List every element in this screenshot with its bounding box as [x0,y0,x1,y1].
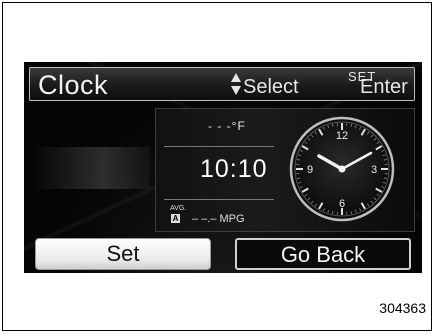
numeral-12: 12 [336,130,348,142]
up-down-arrows-icon [231,73,241,95]
avg-label: AVG. [170,205,187,212]
display-screen: Clock Select SET Enter - - -°F 10:10 AVG… [24,62,422,273]
go-back-button[interactable]: Go Back [235,238,411,270]
title-bar: Clock Select SET Enter [29,67,415,101]
analog-clock: 12 3 6 9 [289,116,395,222]
divider [164,146,274,147]
clock-center-cap [338,165,346,173]
digital-time: 10:10 [200,155,268,183]
numeral-3: 3 [371,164,377,176]
figure-code: 304363 [379,300,426,316]
set-button[interactable]: Set [35,238,211,270]
mpg-value: – –.– MPG [192,213,245,225]
numeral-6: 6 [339,198,345,210]
clock-info-panel: - - -°F 10:10 AVG. A – –.– MPG 12 3 6 9 [155,108,415,232]
select-hint-label: Select [243,76,299,98]
numeral-9: 9 [307,164,313,176]
decorative-streak [32,147,150,189]
enter-hint-label: Enter [360,76,408,98]
avg-badge: A [171,214,180,223]
divider [164,199,274,200]
outside-temperature: - - -°F [208,119,246,133]
page-title: Clock [38,70,109,100]
